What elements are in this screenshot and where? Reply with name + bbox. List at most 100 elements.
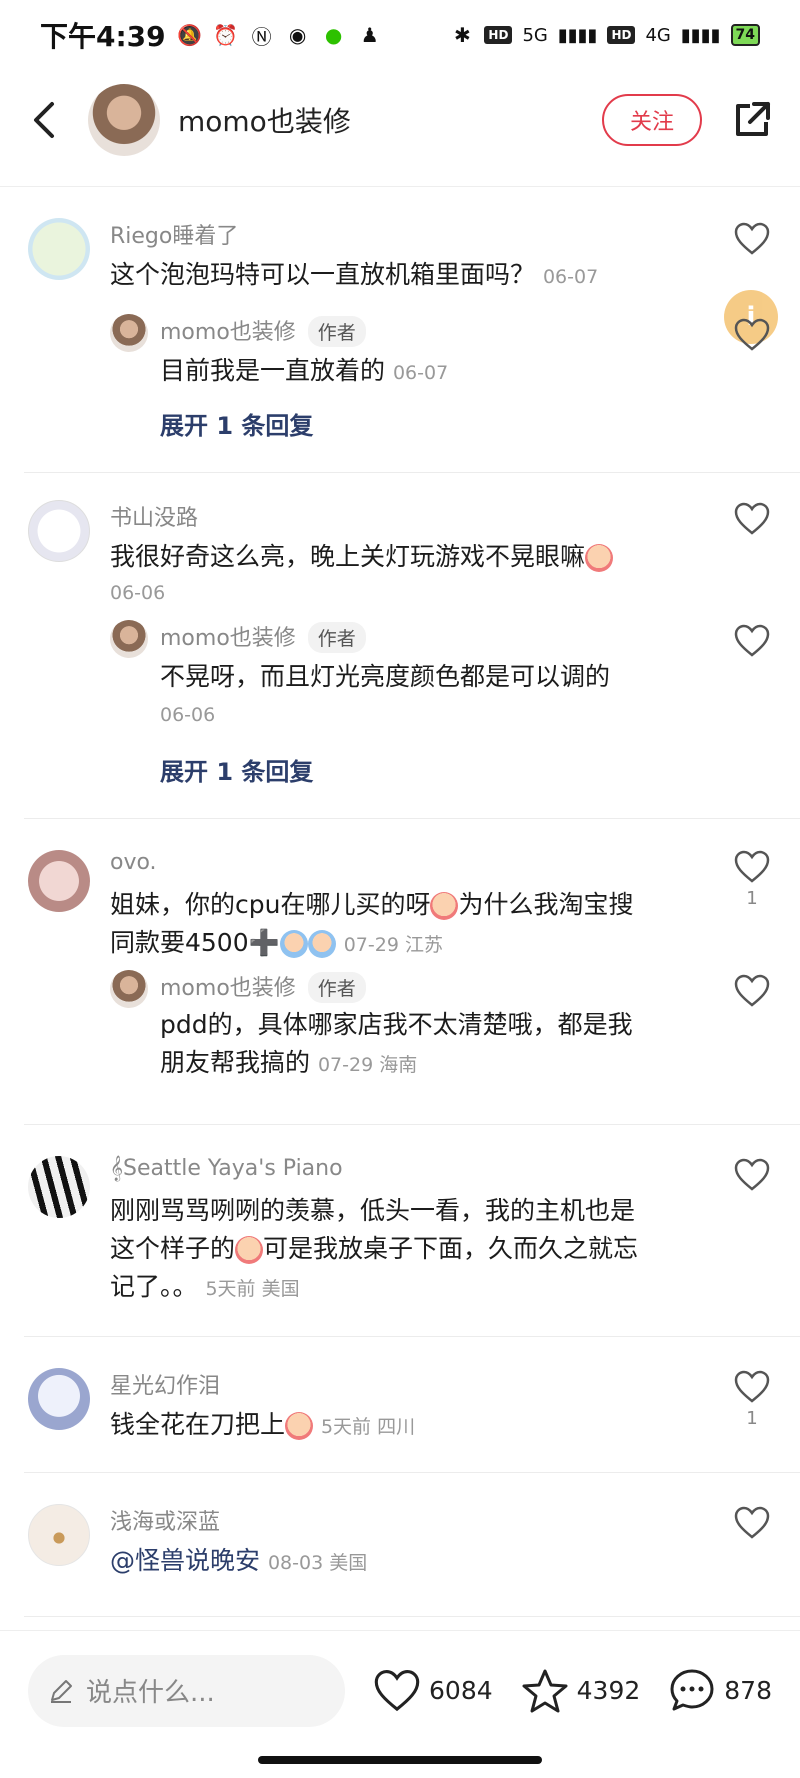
sweat-emoji-icon <box>279 930 308 958</box>
comment-meta: 06-07 <box>542 266 599 288</box>
like-button[interactable] <box>732 974 772 1012</box>
comment-meta: 08-03 美国 <box>267 1552 368 1574</box>
follow-button[interactable]: 关注 <box>601 94 702 146</box>
author-avatar[interactable] <box>88 84 160 156</box>
author-avatar-small[interactable] <box>110 970 148 1008</box>
heart-icon <box>734 502 770 535</box>
comment-text[interactable]: 这个泡泡玛特可以一直放机箱里面吗？ 06-07 <box>110 256 598 296</box>
comment-username[interactable]: 书山没路 <box>110 500 198 532</box>
comment-bubble-icon <box>670 1669 714 1710</box>
user-avatar[interactable] <box>28 850 90 912</box>
crying-emoji-icon <box>285 1412 314 1440</box>
sweat-emoji-icon <box>307 930 336 958</box>
comment-username[interactable]: 浅海或深蓝 <box>110 1504 220 1536</box>
like-button[interactable] <box>732 1506 772 1544</box>
battery-indicator: 74 <box>730 24 760 46</box>
divider <box>24 1124 800 1125</box>
comment-text[interactable]: @怪兽说晚安 08-03 美国 <box>110 1542 367 1582</box>
reply-username[interactable]: momo也装修 作者 <box>160 970 366 1003</box>
author-avatar-small[interactable] <box>110 620 148 658</box>
comment-username[interactable]: 星光幻作泪 <box>110 1368 220 1400</box>
back-button[interactable] <box>24 90 64 150</box>
crying-emoji-icon <box>235 1236 264 1264</box>
expand-replies-link[interactable]: 展开 1 条回复 <box>160 406 313 441</box>
reply-text[interactable]: 不晃呀，而且灯光亮度颜色都是可以调的 <box>160 658 610 696</box>
like-button[interactable]: 1 <box>732 1370 772 1429</box>
like-button[interactable] <box>732 318 772 356</box>
mention-link[interactable]: @怪兽说晚安 <box>110 1546 260 1575</box>
heart-icon <box>734 850 770 883</box>
reply-text[interactable]: pdd的，具体哪家店我不太清楚哦，都是我 朋友帮我搞的 07-29 海南 <box>160 1006 633 1084</box>
user-avatar[interactable] <box>28 1156 90 1218</box>
hd-badge-2: HD <box>607 26 636 44</box>
comment-text[interactable]: 钱全花在刀把上 5天前 四川 <box>110 1406 415 1446</box>
comment-meta: 07-29 江苏 <box>343 934 443 956</box>
pencil-icon <box>51 1679 72 1703</box>
like-button[interactable] <box>732 1158 772 1196</box>
home-indicator[interactable] <box>258 1756 542 1764</box>
like-button[interactable]: 1 <box>732 850 772 909</box>
like-count: 6084 <box>429 1676 493 1705</box>
divider <box>24 472 800 473</box>
author-name[interactable]: momo也装修 <box>178 100 351 140</box>
reply-username[interactable]: momo也装修 作者 <box>160 620 366 653</box>
bluetooth-icon: ✱ <box>454 23 471 47</box>
comment-meta: 5天前 美国 <box>205 1278 300 1300</box>
author-tag: 作者 <box>307 622 366 653</box>
status-bar: 下午4:39 🔕 ⏰ Ⓝ ◉ ● ♟ ✱ HD 5G ▮▮▮▮ HD 4G ▮▮… <box>0 0 800 70</box>
user-avatar[interactable] <box>28 1504 90 1566</box>
divider <box>24 818 800 819</box>
heart-icon <box>734 624 770 657</box>
like-count: 1 <box>746 1408 758 1429</box>
comment-username[interactable]: Riego睡着了 <box>110 218 238 250</box>
hd-badge-1: HD <box>484 26 513 44</box>
heart-icon <box>734 974 770 1007</box>
like-button[interactable] <box>732 502 772 540</box>
heart-icon <box>734 1370 770 1403</box>
like-button[interactable] <box>732 222 772 260</box>
reply-text[interactable]: 目前我是一直放着的 06-07 <box>160 352 448 392</box>
wechat-icon: ● <box>324 23 343 47</box>
chevron-left-icon <box>34 102 54 138</box>
network-4g: 4G <box>645 24 671 46</box>
comment-text[interactable]: 刚刚骂骂咧咧的羡慕，低头一看，我的主机也是 这个样子的 可是我放桌子下面，久而久之就… <box>110 1192 638 1308</box>
signal-icon: ▮▮▮▮ <box>557 24 598 46</box>
like-button[interactable] <box>732 624 772 662</box>
like-post-button[interactable]: 6084 <box>373 1669 493 1713</box>
status-time: 下午4:39 <box>40 20 166 53</box>
author-tag: 作者 <box>307 972 366 1003</box>
share-button[interactable] <box>728 96 776 144</box>
share-icon <box>736 102 770 136</box>
heart-icon <box>374 1669 420 1711</box>
expand-replies-link[interactable]: 展开 1 条回复 <box>160 752 313 787</box>
divider <box>24 1472 800 1473</box>
comments-button[interactable]: 878 <box>668 1667 772 1715</box>
crying-emoji-icon <box>585 544 614 572</box>
comment-input[interactable]: 说点什么... <box>28 1654 346 1727</box>
music-note-icon: 𝄞 <box>110 1156 124 1181</box>
comment-text[interactable]: 姐妹，你的cpu在哪儿买的呀 为什么我淘宝搜 同款要4500➕ 07-29 江苏 <box>110 886 633 964</box>
reply-username[interactable]: momo也装修 作者 <box>160 314 366 347</box>
user-avatar[interactable] <box>28 218 90 280</box>
comment-username[interactable]: 𝄞Seattle Yaya's Piano <box>110 1156 343 1181</box>
app-notification-icon: ◉ <box>288 23 307 47</box>
star-icon <box>522 1669 568 1712</box>
reply-meta: 06-06 <box>160 704 216 726</box>
heart-icon <box>734 1158 770 1191</box>
favorite-button[interactable]: 4392 <box>521 1668 641 1714</box>
comment-meta: 06-06 <box>110 582 166 604</box>
reply-meta: 06-07 <box>392 362 449 384</box>
comment-meta: 5天前 四川 <box>320 1416 416 1438</box>
author-avatar-small[interactable] <box>110 314 148 352</box>
favorite-count: 4392 <box>576 1676 641 1705</box>
crying-emoji-icon <box>430 892 459 920</box>
bottom-action-bar: 说点什么... 6084 4392 878 <box>0 1630 800 1750</box>
user-avatar[interactable] <box>28 500 90 562</box>
mute-icon: 🔕 <box>177 23 203 47</box>
comment-username[interactable]: ovo. <box>110 850 157 875</box>
heart-icon <box>734 1506 770 1539</box>
comment-text[interactable]: 我很好奇这么亮，晚上关灯玩游戏不晃眼嘛 <box>110 538 614 576</box>
alarm-icon: ⏰ <box>213 23 239 47</box>
user-avatar[interactable] <box>28 1368 90 1430</box>
network-5g: 5G <box>522 24 548 46</box>
